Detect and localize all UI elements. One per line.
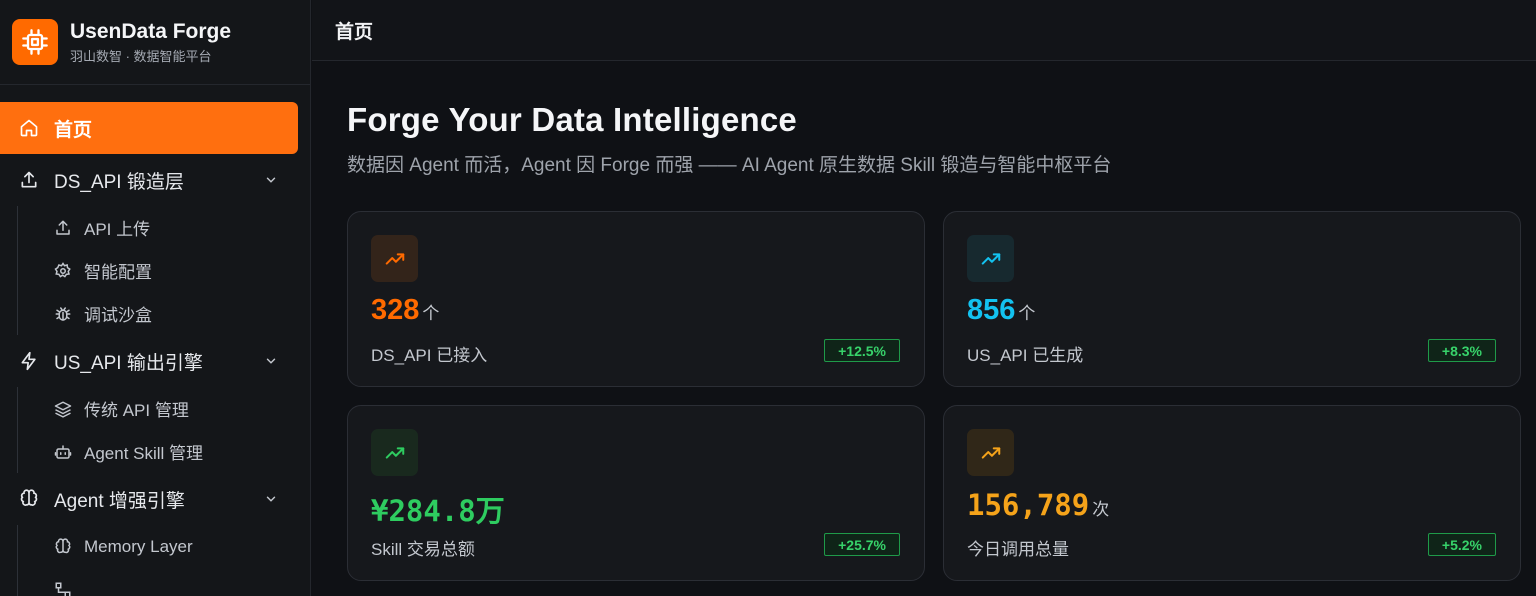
sidebar-nav: 首页 DS_API 锻造层 API 上传 智能配置 调试沙盒 US_API 输出…: [0, 85, 310, 596]
stat-value: 856: [967, 294, 1016, 326]
sidebar-group-agent[interactable]: Agent 增强引擎: [0, 473, 310, 525]
sidebar-item-label: 智能配置: [84, 263, 152, 282]
brand-name: UsenData Forge: [70, 19, 232, 43]
main-content: Forge Your Data Intelligence 数据因 Agent 而…: [312, 61, 1536, 596]
upload-icon: [53, 218, 72, 237]
stat-card-skill-revenue[interactable]: ¥284.8万 Skill 交易总额 +25.7%: [347, 405, 925, 581]
sidebar-item-api-upload[interactable]: API 上传: [18, 206, 310, 249]
stat-unit: 次: [1092, 500, 1110, 519]
sidebar: UsenData Forge 羽山数智 · 数据智能平台 首页 DS_API 锻…: [0, 0, 311, 596]
sidebar-group-ds-api[interactable]: DS_API 锻造层: [0, 154, 310, 206]
subnav-us-api: 传统 API 管理 Agent Skill 管理: [17, 387, 310, 473]
sidebar-item-smart-config[interactable]: 智能配置: [18, 249, 310, 292]
change-badge: +5.2%: [1427, 533, 1496, 556]
bot-icon: [53, 442, 72, 461]
chevron-down-icon: [266, 358, 276, 364]
stat-label: DS_API 已接入: [371, 346, 488, 365]
hero-title: Forge Your Data Intelligence: [347, 101, 797, 138]
stat-card-daily-calls[interactable]: 156,789 次 今日调用总量 +5.2%: [943, 405, 1521, 581]
upload-icon: [18, 169, 40, 191]
trending-up-icon: [967, 429, 1014, 476]
hero-subtitle: 数据因 Agent 而活，Agent 因 Forge 而强 —— AI Agen…: [347, 155, 1112, 176]
home-icon: [18, 117, 40, 139]
gear-icon: [53, 261, 72, 280]
change-badge: +25.7%: [824, 533, 900, 556]
lightning-icon: [18, 350, 40, 372]
brand[interactable]: UsenData Forge 羽山数智 · 数据智能平台: [0, 0, 310, 85]
sidebar-item-agent-skill[interactable]: Agent Skill 管理: [18, 430, 310, 473]
chevron-down-icon: [266, 496, 276, 502]
brand-subtitle: 羽山数智 · 数据智能平台: [70, 48, 212, 64]
sidebar-item-label: Agent Skill 管理: [84, 444, 204, 463]
sidebar-group-us-api[interactable]: US_API 输出引擎: [0, 335, 310, 387]
sidebar-item-label: Memory Layer: [84, 536, 193, 556]
sidebar-item-traditional-api[interactable]: 传统 API 管理: [18, 387, 310, 430]
sidebar-item-home[interactable]: 首页: [0, 102, 298, 154]
bug-icon: [53, 304, 72, 323]
stat-card-ds-api[interactable]: 328 个 DS_API 已接入 +12.5%: [347, 211, 925, 387]
change-badge: +8.3%: [1427, 339, 1496, 362]
chevron-down-icon: [266, 177, 276, 183]
change-badge: +12.5%: [824, 339, 900, 362]
sidebar-group-label: Agent 增强引擎: [54, 490, 185, 512]
trending-up-icon: [967, 235, 1014, 282]
stat-value: 156,789: [967, 488, 1090, 522]
subnav-agent: Memory Layer: [17, 525, 310, 596]
brain-icon: [53, 537, 72, 556]
sidebar-item-label: 调试沙盒: [84, 306, 152, 325]
stat-label: US_API 已生成: [967, 346, 1084, 365]
stat-value: ¥284.8万: [371, 494, 505, 528]
sidebar-item-label: API 上传: [84, 220, 151, 239]
sidebar-group-label: US_API 输出引擎: [54, 352, 203, 374]
stat-label: Skill 交易总额: [371, 540, 475, 559]
stat-label: 今日调用总量: [967, 540, 1069, 559]
sidebar-item-label: 首页: [54, 119, 93, 141]
trending-up-icon: [371, 429, 418, 476]
chip-icon: [12, 19, 58, 65]
sidebar-group-label: DS_API 锻造层: [54, 171, 184, 193]
layers-icon: [53, 399, 72, 418]
stat-unit: 个: [1018, 304, 1036, 323]
topbar: 首页: [312, 0, 1536, 61]
stat-card-us-api[interactable]: 856 个 US_API 已生成 +8.3%: [943, 211, 1521, 387]
trending-up-icon: [371, 235, 418, 282]
subnav-ds-api: API 上传 智能配置 调试沙盒: [17, 206, 310, 335]
stat-unit: 个: [422, 304, 440, 323]
workflow-icon: [53, 580, 72, 596]
stat-value: 328: [371, 294, 420, 326]
page-title: 首页: [335, 21, 374, 43]
sidebar-item-debug-sandbox[interactable]: 调试沙盒: [18, 292, 310, 335]
sidebar-item-memory-layer[interactable]: Memory Layer: [18, 525, 310, 568]
sidebar-item-label: 传统 API 管理: [84, 401, 189, 420]
sidebar-item-cut-off[interactable]: [18, 568, 310, 596]
brain-icon: [18, 488, 40, 510]
